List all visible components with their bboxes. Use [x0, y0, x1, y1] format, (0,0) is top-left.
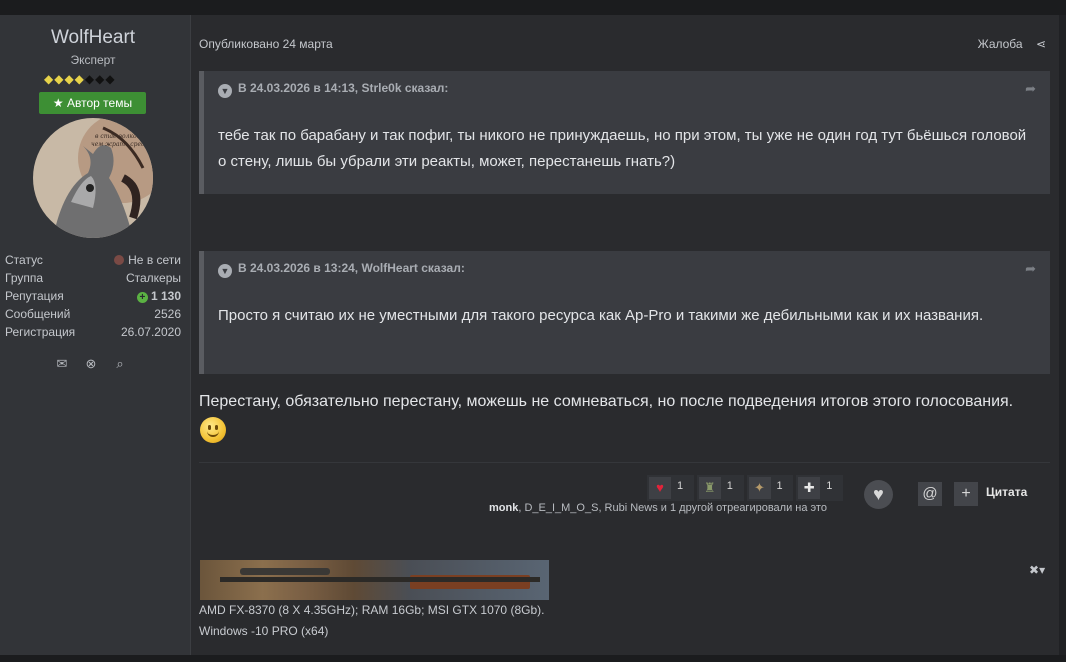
stat-posts: Сообщений 2526 — [5, 305, 181, 323]
avatar[interactable]: в стае волков чем жрать среди — [33, 118, 153, 238]
signature-line: AMD FX-8370 (8 X 4.35GHz); RAM 16Gb; MSI… — [199, 603, 545, 617]
reacted-user-link[interactable]: monk — [489, 502, 518, 514]
author-actions: ✉ ⊗ ⌕ — [55, 357, 135, 373]
quote-block: ▼ В 24.03.2026 в 13:24, WolfHeart сказал:… — [199, 251, 1050, 374]
stat-label: Репутация — [5, 289, 64, 303]
stat-value: Сталкеры — [125, 271, 181, 285]
reacted-users[interactable]: monk, D_E_I_M_O_S, Rubi News и 1 другой … — [489, 502, 889, 514]
signature-line: Windows -10 PRO (x64) — [199, 624, 329, 638]
offline-dot-icon — [114, 255, 125, 265]
reaction-count: 1 — [776, 480, 783, 492]
post-content: Опубликовано 24 марта Жалоба ⋖ ▼ В 24.03.… — [191, 15, 1059, 655]
topic-author-badge-label: Автор темы — [67, 96, 133, 110]
reaction-count: 1 — [826, 480, 833, 492]
rifle-barrel — [220, 577, 540, 582]
post-date[interactable]: Опубликовано 24 марта — [199, 37, 333, 51]
quote-header-text: В 24.03.2026 в 13:24, WolfHeart сказал: — [238, 261, 465, 275]
share-icon[interactable]: ⋖ — [1036, 37, 1046, 51]
handshake-icon: ✦ — [748, 477, 771, 499]
stat-label: Регистрация — [5, 325, 76, 339]
signature-toggle[interactable]: ✖▾ — [1029, 563, 1045, 577]
rifle-scope — [240, 568, 330, 575]
quote-header[interactable]: ▼ В 24.03.2026 в 13:24, WolfHeart сказал: — [218, 261, 465, 278]
svg-text:в стае волков: в стае волков — [95, 133, 141, 140]
quote-text: тебе так по барабану и так пофиг, ты ник… — [218, 127, 1027, 170]
reaction-bandage[interactable]: ✚ 1 — [796, 475, 843, 501]
forum-post: WolfHeart Эксперт ◆◆◆◆◆◆◆ ★ Автор темы в… — [0, 15, 1059, 655]
report-bar: Жалоба ⋖ — [978, 37, 1046, 51]
mention-button[interactable]: @ — [918, 482, 942, 506]
envelope-icon[interactable]: ✉ — [55, 357, 69, 371]
topic-author-badge: ★ Автор темы — [39, 92, 146, 114]
reaction-count: 1 — [677, 480, 684, 492]
stat-value: 26.07.2020 — [120, 325, 181, 339]
soldier-icon: ♜ — [698, 477, 721, 499]
stat-value: 2526 — [154, 307, 181, 321]
reaction-soldier[interactable]: ♜ 1 — [696, 475, 744, 501]
stat-value: 1 130 — [150, 289, 181, 303]
divider — [199, 462, 1050, 463]
plus-icon: + — [136, 292, 148, 303]
bandage-icon: ✚ — [798, 477, 821, 499]
stat-status: Статус Не в сети — [5, 251, 181, 269]
multiquote-button[interactable]: + — [954, 482, 978, 506]
rank-pips: ◆◆◆◆◆◆◆ — [44, 72, 116, 86]
stat-label: Группа — [5, 271, 44, 285]
author-name[interactable]: WolfHeart — [0, 27, 186, 49]
stat-label: Статус — [5, 253, 43, 267]
quote-button[interactable]: Цитата — [986, 485, 1027, 499]
reaction-list: ♥ 1 ♜ 1 ✦ 1 ✚ 1 — [647, 475, 843, 501]
reacted-rest: , D_E_I_M_O_S, Rubi News и 1 другой отре… — [518, 502, 827, 514]
reply-text: Перестану, обязательно перестану, можешь… — [199, 393, 1014, 410]
reaction-count: 1 — [726, 480, 733, 492]
search-icon[interactable]: ⌕ — [113, 357, 127, 371]
bottom-bar — [0, 655, 1066, 662]
author-stats: Статус Не в сети Группа Сталкеры Репутац… — [5, 251, 181, 341]
top-bar — [0, 0, 1066, 15]
report-link[interactable]: Жалоба — [978, 37, 1023, 51]
author-panel: WolfHeart Эксперт ◆◆◆◆◆◆◆ ★ Автор темы в… — [0, 15, 191, 655]
heart-icon: ♥ — [649, 477, 671, 499]
smiley-icon — [200, 417, 226, 443]
signature-banner — [200, 560, 549, 600]
stat-value: Не в сети — [128, 253, 181, 267]
quote-block: ▼ В 24.03.2026 в 14:13, Strle0k сказал: ➦… — [199, 71, 1050, 194]
author-title: Эксперт — [70, 53, 116, 67]
block-icon[interactable]: ⊗ — [84, 357, 98, 371]
stat-group: Группа Сталкеры — [5, 269, 181, 287]
close-icon: ✖ — [1029, 563, 1040, 577]
quote-header[interactable]: ▼ В 24.03.2026 в 14:13, Strle0k сказал: — [218, 81, 448, 98]
share-arrow-icon[interactable]: ➦ — [1025, 81, 1036, 97]
svg-text:чем жрать среди: чем жрать среди — [91, 141, 149, 148]
reaction-heart[interactable]: ♥ 1 — [647, 475, 694, 501]
quote-header-text: В 24.03.2026 в 14:13, Strle0k сказал: — [238, 81, 449, 95]
star-icon: ★ — [52, 96, 64, 110]
reaction-handshake[interactable]: ✦ 1 — [746, 475, 794, 501]
chevron-down-icon[interactable]: ▼ — [218, 84, 232, 98]
chevron-down-icon[interactable]: ▼ — [218, 264, 232, 278]
stat-registered: Регистрация 26.07.2020 — [5, 323, 181, 341]
share-arrow-icon[interactable]: ➦ — [1025, 261, 1036, 277]
stat-reputation: Репутация +1 130 — [5, 287, 181, 305]
stat-label: Сообщений — [5, 307, 71, 321]
chevron-down-icon: ▾ — [1039, 563, 1046, 577]
quote-text: Просто я считаю их не уместными для тако… — [218, 307, 984, 324]
